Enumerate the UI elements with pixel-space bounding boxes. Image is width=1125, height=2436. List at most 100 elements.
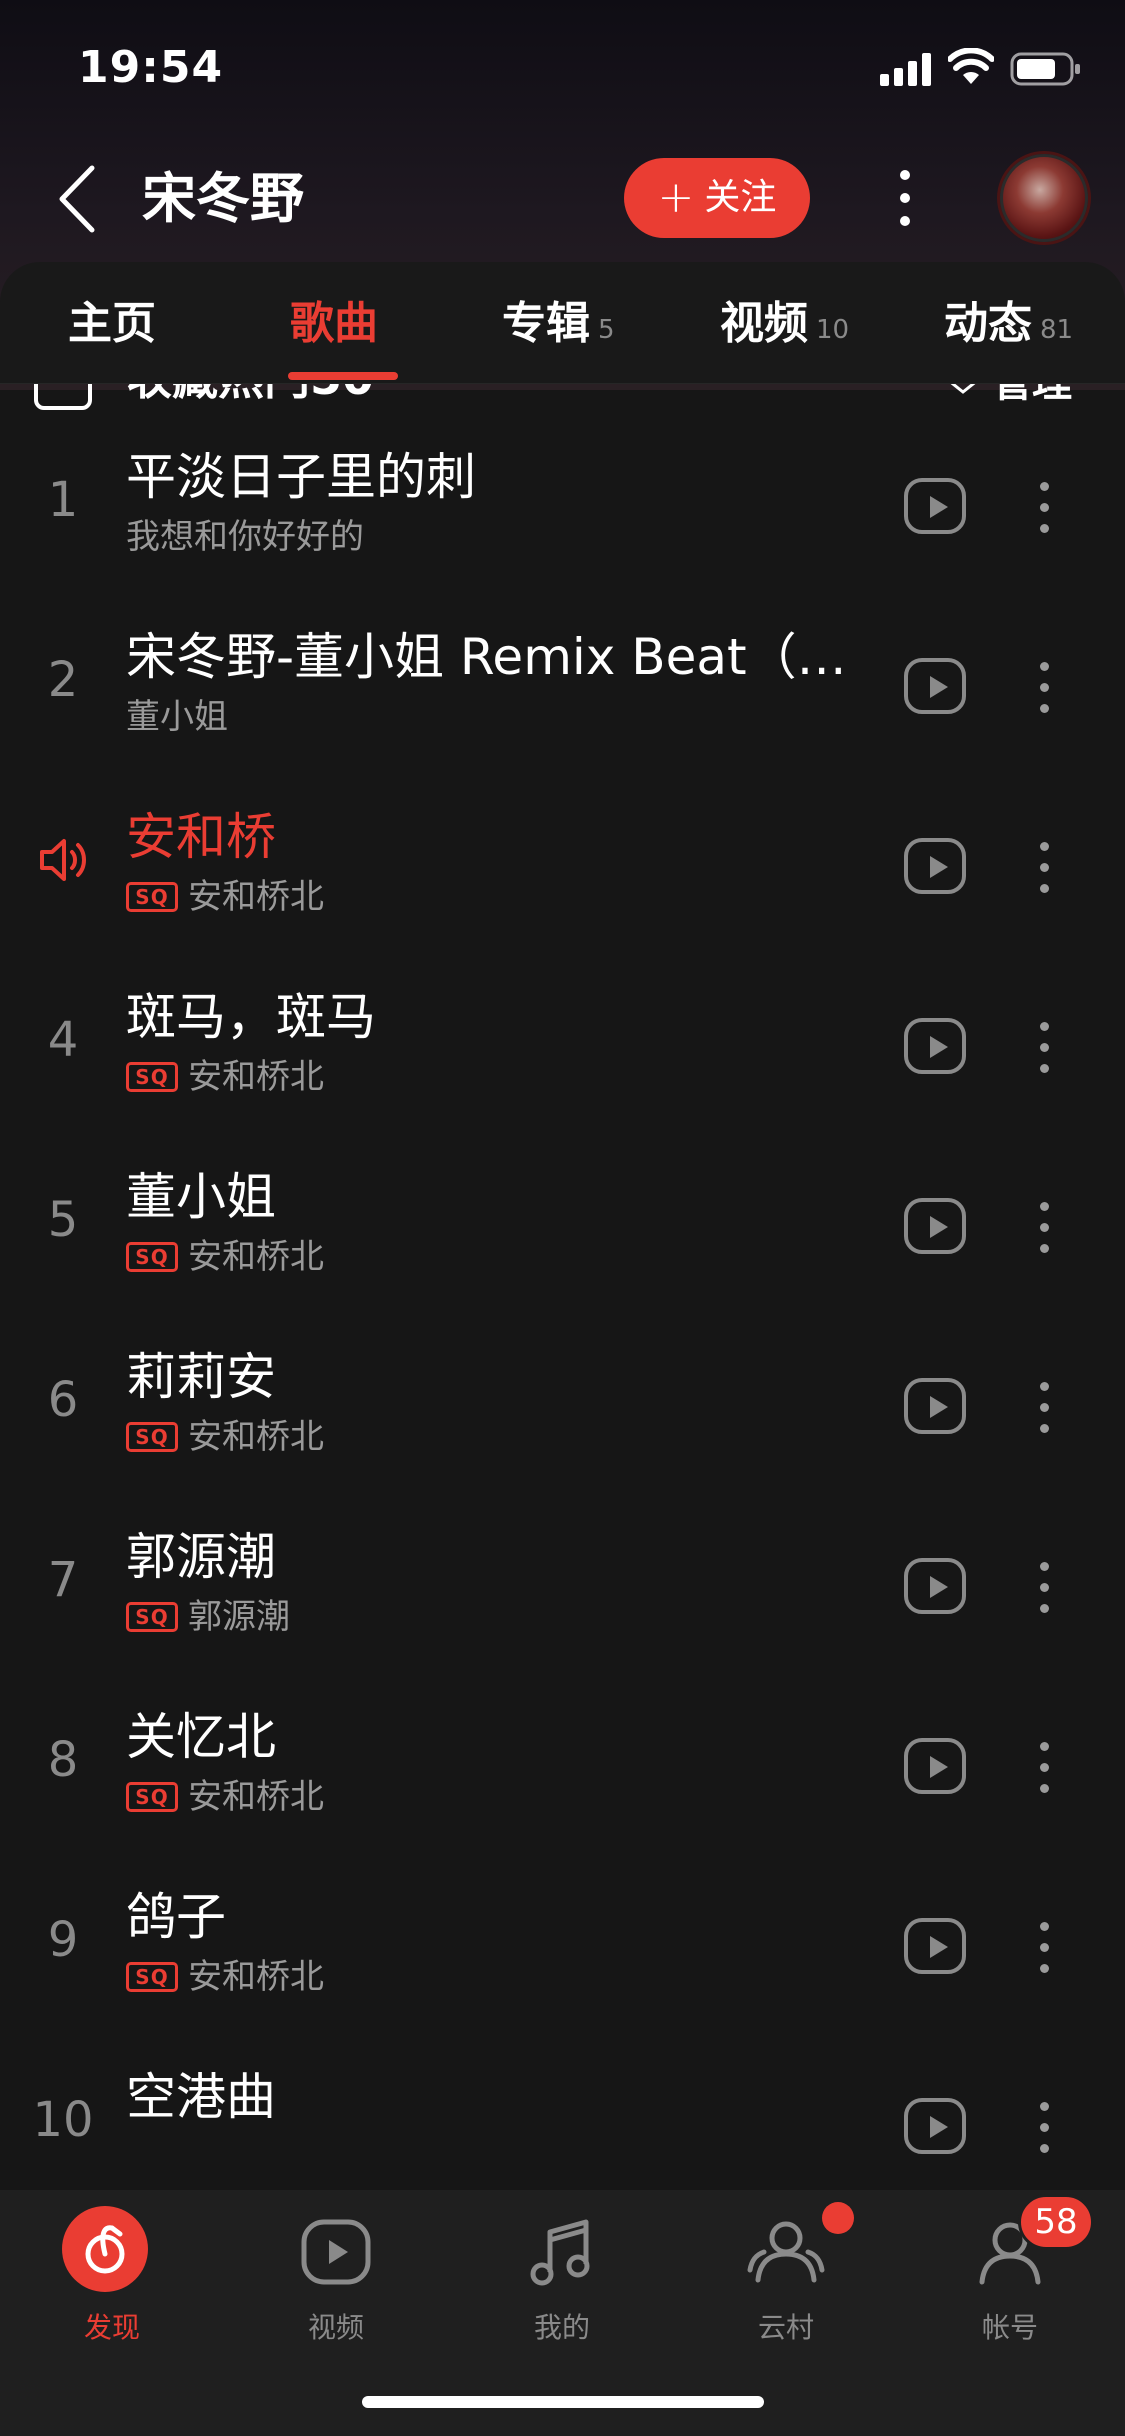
home-indicator[interactable] xyxy=(362,2396,764,2408)
song-row[interactable]: 1 平淡日子里的刺我想和你好好的 xyxy=(0,414,1125,594)
song-album: SQ 安和桥北 xyxy=(126,874,324,920)
song-more-icon[interactable] xyxy=(1030,656,1058,718)
song-number: 9 xyxy=(47,1912,79,1968)
plus-icon: + xyxy=(657,172,695,223)
discover-icon xyxy=(62,2206,148,2292)
mv-play-icon[interactable] xyxy=(904,1558,966,1614)
song-title: 宋冬野-董小姐 Remix Beat（C... xyxy=(126,628,856,686)
tab-songs[interactable]: 歌曲 xyxy=(290,296,378,352)
song-row[interactable]: 10 空港曲 xyxy=(0,2034,1125,2194)
mv-play-icon[interactable] xyxy=(904,1198,966,1254)
song-title: 平淡日子里的刺 xyxy=(126,448,476,506)
song-number: 7 xyxy=(47,1552,79,1608)
follow-label: 关注 xyxy=(704,177,777,218)
tab-videos[interactable]: 视频 10 xyxy=(720,296,849,358)
song-more-icon[interactable] xyxy=(1030,476,1058,538)
mv-play-icon[interactable] xyxy=(904,1918,966,1974)
mv-play-icon[interactable] xyxy=(904,838,966,894)
mv-play-icon[interactable] xyxy=(904,1738,966,1794)
speaker-playing-icon xyxy=(40,839,86,881)
video-icon xyxy=(301,2219,371,2285)
song-row[interactable]: 9 鸽子 SQ 安和桥北 xyxy=(0,1854,1125,2034)
artist-tabs: 主页 歌曲 专辑 5 视频 10 动态 81 xyxy=(0,262,1125,384)
song-album: SQ 安和桥北 xyxy=(126,1954,324,2000)
more-options-icon[interactable] xyxy=(890,158,920,238)
bottom-tab-community[interactable]: 云村 xyxy=(726,2210,846,2360)
mv-play-icon[interactable] xyxy=(904,1378,966,1434)
bottom-tab-label: 视频 xyxy=(307,2311,364,2344)
bottom-tab-label: 云村 xyxy=(757,2311,814,2344)
collect-icon[interactable] xyxy=(34,384,92,410)
song-title: 安和桥 xyxy=(126,808,276,866)
song-more-icon[interactable] xyxy=(1030,1016,1058,1078)
song-title: 斑马，斑马 xyxy=(126,988,376,1046)
account-notification-badge: 58 xyxy=(1018,2194,1094,2250)
wifi-icon xyxy=(948,48,994,84)
song-title: 鸽子 xyxy=(126,1888,226,1946)
follow-button[interactable]: + 关注 xyxy=(624,158,810,238)
sq-badge: SQ xyxy=(126,882,178,912)
status-bar: 19:54 xyxy=(0,0,1125,140)
tab-home[interactable]: 主页 xyxy=(68,296,156,352)
song-album: SQ 安和桥北 xyxy=(126,1414,324,1460)
tab-albums[interactable]: 专辑 5 xyxy=(502,296,615,358)
song-row[interactable]: 4 斑马，斑马 SQ 安和桥北 xyxy=(0,954,1125,1134)
song-more-icon[interactable] xyxy=(1030,836,1058,898)
avatar[interactable] xyxy=(1000,154,1088,242)
song-number: 10 xyxy=(32,2092,94,2148)
song-row[interactable]: 5 董小姐 SQ 安和桥北 xyxy=(0,1134,1125,1314)
community-notification-dot xyxy=(822,2202,854,2234)
song-more-icon[interactable] xyxy=(1030,1736,1058,1798)
sq-badge: SQ xyxy=(126,1062,178,1092)
cellular-signal-icon xyxy=(880,53,931,86)
community-icon xyxy=(747,2221,825,2283)
back-arrow-icon[interactable] xyxy=(52,164,108,234)
song-number: 2 xyxy=(47,652,79,708)
status-time: 19:54 xyxy=(78,42,224,93)
artist-name: 宋冬野 xyxy=(142,167,304,230)
song-list: 1 平淡日子里的刺 我想和你好好的 2 宋冬野-董小姐 Remix Beat（C... 董… xyxy=(0,414,1125,2194)
song-number: 5 xyxy=(47,1192,79,1248)
song-row[interactable]: 8 关忆北 SQ 安和桥北 xyxy=(0,1674,1125,1854)
sq-badge: SQ xyxy=(126,1782,178,1812)
sq-badge: SQ xyxy=(126,1962,178,1992)
collect-hot-label[interactable]: 收藏热门50 xyxy=(126,384,374,406)
song-row[interactable]: 7 郭源潮 SQ 郭源潮 xyxy=(0,1494,1125,1674)
active-tab-indicator xyxy=(288,372,398,380)
song-row[interactable]: 2 宋冬野-董小姐 Remix Beat（C... 董小姐 xyxy=(0,594,1125,774)
tab-moments[interactable]: 动态 81 xyxy=(944,296,1073,358)
song-row[interactable]: 6 莉莉安 SQ 安和桥北 xyxy=(0,1314,1125,1494)
mv-play-icon[interactable] xyxy=(904,1018,966,1074)
song-number: 4 xyxy=(47,1012,79,1068)
bottom-tab-video[interactable]: 视频 xyxy=(276,2210,396,2360)
bottom-tab-mine[interactable]: 我的 xyxy=(502,2210,622,2360)
song-more-icon[interactable] xyxy=(1030,2096,1058,2158)
mv-play-icon[interactable] xyxy=(904,2098,966,2154)
mv-play-icon[interactable] xyxy=(904,478,966,534)
song-title: 关忆北 xyxy=(126,1708,276,1766)
mv-play-icon[interactable] xyxy=(904,658,966,714)
bottom-tab-label: 发现 xyxy=(83,2311,140,2344)
header-background: 19:54 宋冬野 + 关注 主页 歌曲 专辑 5 视频 10 动态 81 xyxy=(0,0,1125,390)
song-more-icon[interactable] xyxy=(1030,1916,1058,1978)
song-album: SQ 安和桥北 xyxy=(126,1054,324,1100)
song-more-icon[interactable] xyxy=(1030,1196,1058,1258)
manage-label[interactable]: 管理 xyxy=(992,384,1072,408)
manage-icon[interactable] xyxy=(946,384,980,394)
collect-hot-bar: 收藏热门50 管理 xyxy=(0,384,1125,414)
song-album: 我想和你好好的 xyxy=(126,517,364,557)
song-number: 6 xyxy=(47,1372,79,1428)
top-nav: 宋冬野 + 关注 xyxy=(0,150,1125,250)
song-row[interactable]: 安和桥 SQ 安和桥北 xyxy=(0,774,1125,954)
song-number: 8 xyxy=(47,1732,79,1788)
battery-icon xyxy=(1010,52,1080,86)
sq-badge: SQ xyxy=(126,1242,178,1272)
bottom-tab-discover[interactable]: 发现 xyxy=(52,2206,172,2360)
song-more-icon[interactable] xyxy=(1030,1376,1058,1438)
song-number: 1 xyxy=(47,472,79,528)
song-album: SQ 郭源潮 xyxy=(126,1594,290,1640)
bottom-tab-label: 我的 xyxy=(533,2311,590,2344)
song-more-icon[interactable] xyxy=(1030,1556,1058,1618)
song-album: SQ 安和桥北 xyxy=(126,1234,324,1280)
song-album: SQ 安和桥北 xyxy=(126,1774,324,1820)
